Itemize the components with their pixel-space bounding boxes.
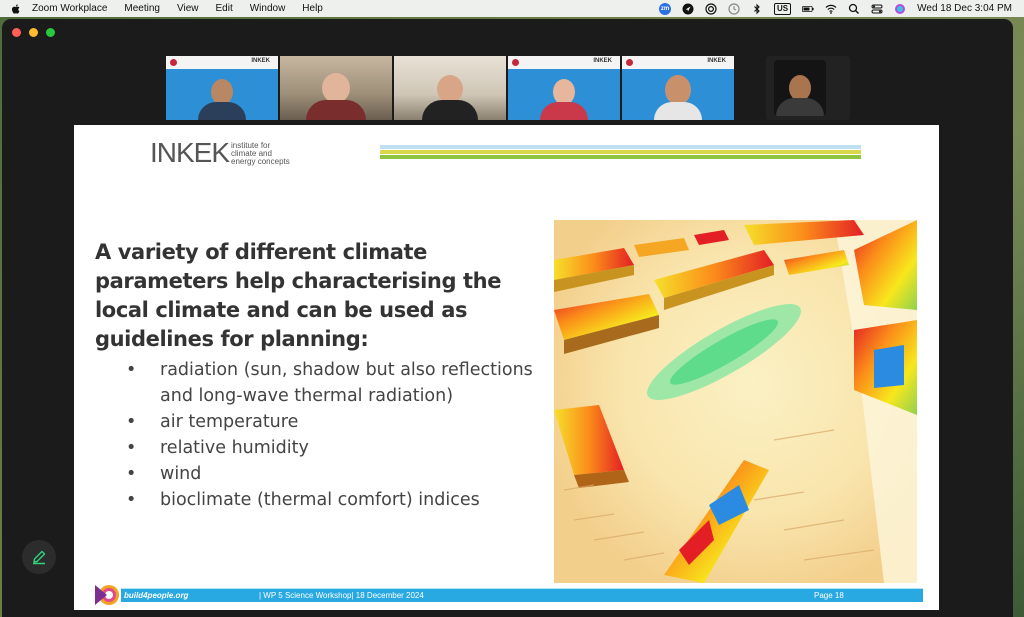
- participant-video: [198, 79, 246, 120]
- wifi-icon[interactable]: [825, 3, 837, 15]
- menu-help[interactable]: Help: [302, 3, 323, 14]
- header-stripe: [380, 145, 861, 149]
- location-arrow-icon[interactable]: [682, 3, 694, 15]
- participant-tile-3[interactable]: [394, 56, 506, 120]
- bullet-text: air temperature: [160, 412, 299, 432]
- search-icon[interactable]: [848, 3, 860, 15]
- bullet-glyph: •: [126, 490, 137, 510]
- participant-tile-1[interactable]: INKEK: [166, 56, 278, 120]
- menu-edit[interactable]: Edit: [215, 3, 232, 14]
- close-window-button[interactable]: [12, 28, 21, 37]
- menu-view[interactable]: View: [177, 3, 199, 14]
- self-view-video: [776, 75, 824, 116]
- zoom-status-icon[interactable]: zm: [659, 2, 671, 15]
- menu-window[interactable]: Window: [250, 3, 286, 14]
- climate-simulation-image: [554, 220, 917, 583]
- pencil-icon: [33, 550, 46, 565]
- app-menu[interactable]: Zoom Workplace: [32, 3, 107, 14]
- menu-bar: Zoom Workplace Meeting View Edit Window …: [0, 0, 1024, 17]
- bullet-glyph: •: [126, 438, 137, 458]
- minimize-window-button[interactable]: [29, 28, 38, 37]
- siri-icon[interactable]: [894, 3, 906, 15]
- menu-meeting[interactable]: Meeting: [124, 3, 160, 14]
- tile-brand-label: INKEK: [251, 58, 270, 64]
- menu-bar-clock[interactable]: Wed 18 Dec 3:04 PM: [917, 3, 1012, 14]
- participant-tile-4-active-speaker[interactable]: INKEK: [508, 56, 620, 120]
- bullet-item: • bioclimate (thermal comfort) indices: [126, 487, 546, 513]
- keyboard-layout-indicator[interactable]: US: [774, 2, 792, 15]
- participant-video: [654, 75, 702, 120]
- logo-subtitle-line-3: energy concepts: [231, 157, 290, 166]
- slide-heading: A variety of different climate parameter…: [95, 240, 502, 351]
- slide-footer: build4people.org | WP 5 Science Workshop…: [95, 583, 923, 607]
- bullet-list: • radiation (sun, shadow but also reflect…: [126, 357, 546, 513]
- bullet-text: relative humidity: [160, 438, 309, 458]
- apple-icon[interactable]: [10, 3, 22, 15]
- bullet-text: bioclimate (thermal comfort) indices: [160, 490, 480, 510]
- window-controls: [12, 28, 55, 37]
- participant-tile-2[interactable]: [280, 56, 392, 120]
- annotate-button[interactable]: [22, 540, 56, 574]
- shared-screen-slide: INKEK institute for climate and energy c…: [74, 125, 939, 610]
- header-stripe: [380, 155, 861, 159]
- inkek-logo-text: INKEK: [150, 137, 230, 168]
- maximize-window-button[interactable]: [46, 28, 55, 37]
- participant-tile-5[interactable]: INKEK: [622, 56, 734, 120]
- bluetooth-icon[interactable]: [751, 3, 763, 15]
- build4people-logo-icon: [95, 585, 119, 605]
- bullet-item: • air temperature: [126, 409, 546, 435]
- inkek-logo-subtitle: institute for climate and energy concept…: [231, 142, 290, 166]
- footer-page-number: Page 18: [814, 591, 844, 600]
- bullet-text: wind: [160, 464, 202, 484]
- participant-strip: INKEK INKEK INKEK: [166, 56, 734, 120]
- tile-brand-label: INKEK: [593, 58, 612, 64]
- time-machine-icon[interactable]: [728, 2, 740, 15]
- participant-video: [306, 73, 366, 120]
- bullet-glyph: •: [126, 412, 137, 432]
- control-center-icon[interactable]: [871, 3, 883, 15]
- vpn-icon[interactable]: [705, 2, 717, 15]
- bullet-text: radiation (sun, shadow but also reflecti…: [160, 360, 533, 406]
- footer-bar: build4people.org | WP 5 Science Workshop…: [121, 588, 923, 602]
- bullet-item: • relative humidity: [126, 435, 546, 461]
- bullet-item: • radiation (sun, shadow but also reflect…: [126, 357, 546, 409]
- tile-brand-label: INKEK: [707, 58, 726, 64]
- self-view-tile[interactable]: [766, 56, 850, 120]
- header-stripes: [380, 145, 861, 160]
- footer-event: | WP 5 Science Workshop| 18 December 202…: [259, 591, 424, 600]
- battery-icon[interactable]: [802, 3, 814, 15]
- slide-logo: INKEK institute for climate and energy c…: [150, 137, 290, 169]
- bullet-glyph: •: [126, 464, 137, 484]
- participant-video: [540, 79, 588, 120]
- participant-video: [422, 75, 478, 120]
- bullet-item: • wind: [126, 461, 546, 487]
- header-stripe: [380, 150, 861, 154]
- bullet-glyph: •: [126, 360, 137, 380]
- footer-site: build4people.org: [124, 591, 189, 600]
